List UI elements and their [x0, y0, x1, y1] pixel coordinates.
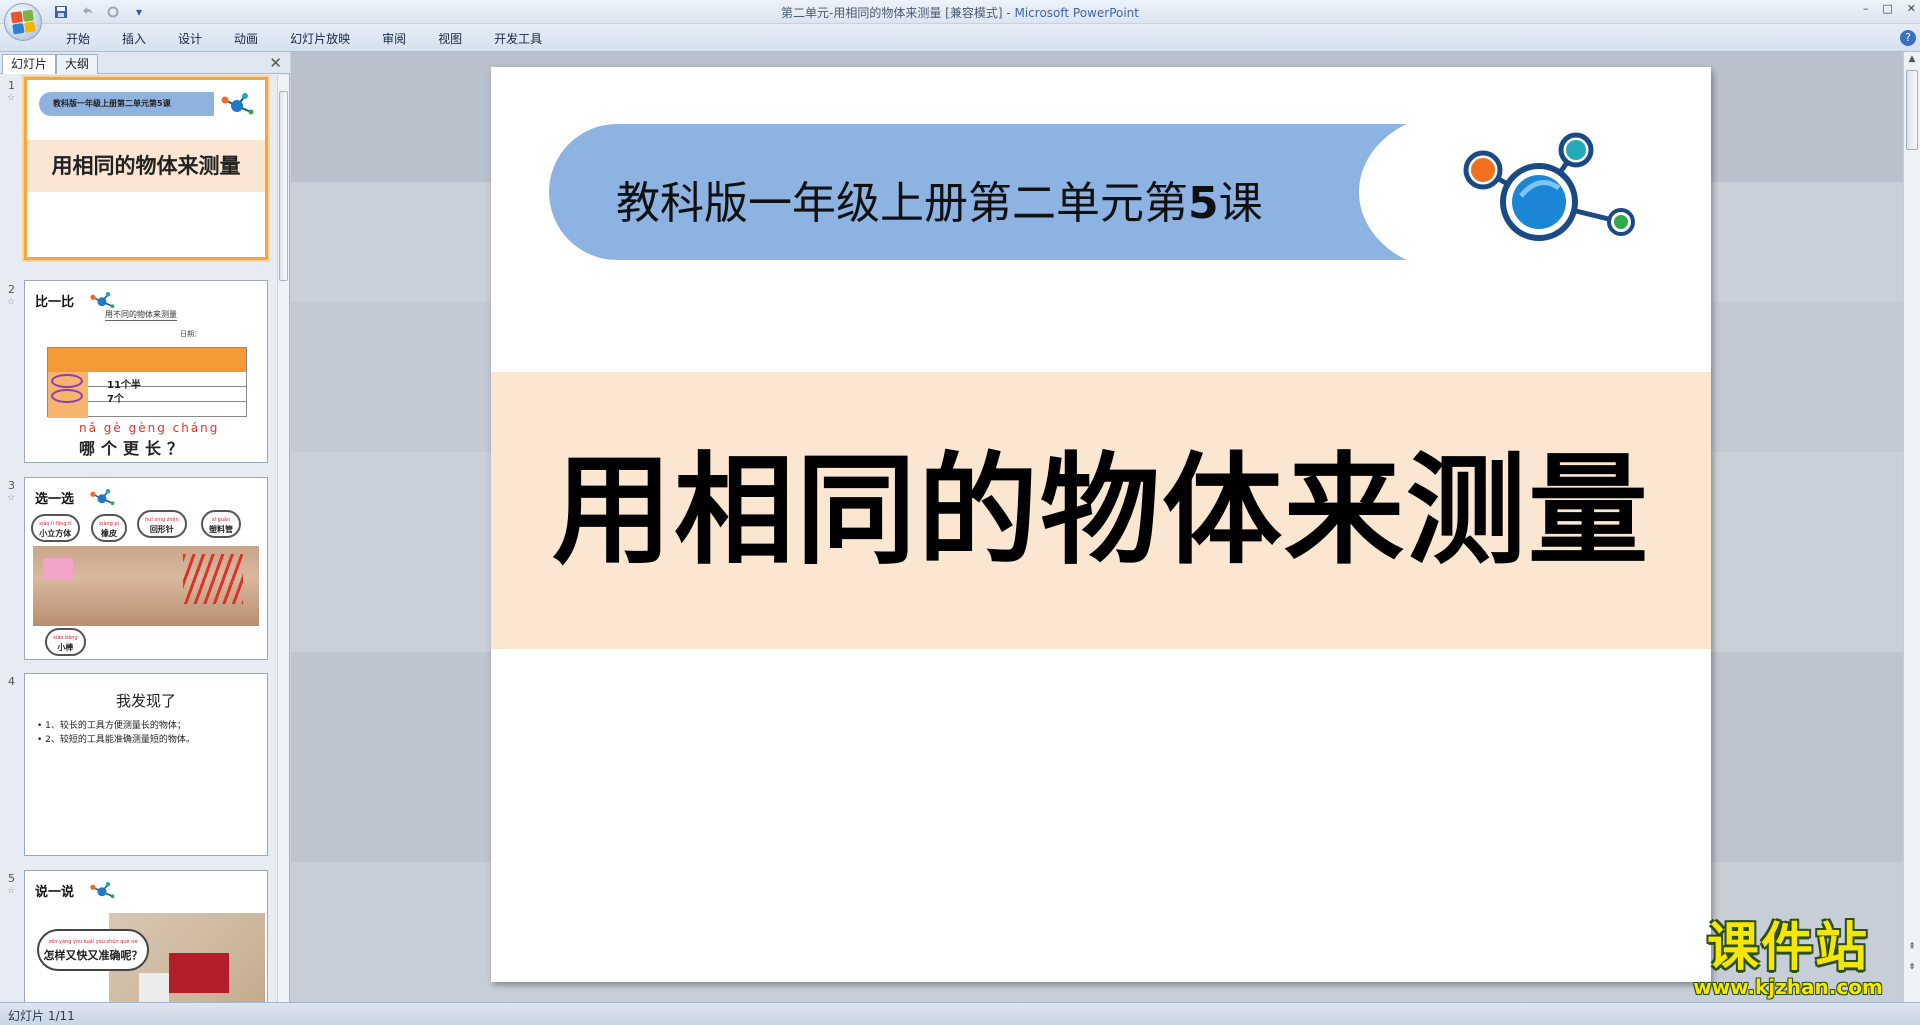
office-button[interactable]: [4, 3, 42, 41]
thumbnail-scrollbar[interactable]: [277, 75, 289, 1002]
status-bar: 幻灯片 1/11: [0, 1002, 1920, 1025]
current-slide[interactable]: 教科版一年级上册第二单元第5课 用相同的物体来测量: [491, 67, 1711, 982]
thumb-title: 用相同的物体来测量: [27, 140, 265, 192]
thumb-heading: 说一说: [35, 885, 75, 900]
animation-star-icon: ☆: [7, 297, 16, 307]
thumb-heading: 比一比: [35, 295, 75, 310]
scroll-up-icon[interactable]: ▲: [1904, 54, 1920, 64]
document-title: 第二单元-用相同的物体来测量 [兼容模式] -: [781, 6, 1015, 20]
molecule-icon: [221, 93, 254, 115]
slide-thumbnail-1[interactable]: 教科版一年级上册第二单元第5课 用相同的物体来测量: [24, 77, 268, 260]
watermark-url: www.kjzhan.com: [1693, 975, 1883, 999]
tab-insert[interactable]: 插入: [106, 30, 162, 48]
thumb-photo: [33, 546, 259, 626]
scrollbar-thumb[interactable]: [1906, 70, 1918, 150]
app-name: Microsoft PowerPoint: [1014, 6, 1139, 20]
animation-star-icon: ☆: [7, 886, 16, 896]
tab-home[interactable]: 开始: [50, 30, 106, 48]
slide-counter: 幻灯片 1/11: [8, 1009, 75, 1023]
slide-number: 2: [8, 283, 15, 296]
office-logo-icon: [10, 9, 36, 35]
slide-thumbnails: 1 ☆ 教科版一年级上册第二单元第5课 用相同的物体来测量 2 ☆ 比一比 用不…: [0, 75, 278, 1002]
thumb-highlight-ring: [51, 374, 83, 388]
slide-thumbnail-2[interactable]: 比一比 用不同的物体来测量 日期： 11个半 7个 nǎ gè gèng chá…: [24, 280, 268, 463]
slide-number: 5: [8, 872, 15, 885]
slide-thumbnail-3[interactable]: 选一选 xiǎo lì fāng tǐ 小立方体 xiàng pí 橡皮 huí x…: [24, 477, 268, 660]
thumb-bullet: • 1、较长的工具方便测量长的物体；: [37, 721, 186, 731]
pane-tabs: 幻灯片 大纲 ✕: [0, 52, 290, 74]
slide-title[interactable]: 用相同的物体来测量: [491, 372, 1711, 649]
thumb-speech-bubble: zěn yàng yòu kuài yòu zhǔn què ne 怎样又快又准确…: [37, 929, 149, 971]
slide-thumbnail-5[interactable]: 说一说 zěn yàng yòu kuài yòu zhǔn què ne 怎样又…: [24, 870, 268, 1002]
tab-slides[interactable]: 幻灯片: [2, 54, 57, 74]
molecule-icon: [90, 489, 115, 506]
window-controls: – □ ✕: [1863, 2, 1916, 15]
thumb-sheet-title: 用不同的物体来测量: [105, 310, 177, 321]
thumb-question: 哪个更长？: [79, 439, 190, 458]
close-button[interactable]: ✕: [1907, 2, 1916, 15]
scrollbar-thumb[interactable]: [279, 91, 288, 281]
maximize-button[interactable]: □: [1882, 2, 1892, 15]
thumb-label-bubble: huí xíng zhēn 回形针: [137, 510, 187, 538]
animation-star-icon: ☆: [7, 493, 16, 503]
molecule-icon: [1463, 132, 1635, 241]
thumb-highlight-ring: [51, 389, 83, 403]
thumb-label-bubble: xī guǎn 塑料管: [201, 510, 241, 538]
tab-slideshow[interactable]: 幻灯片放映: [274, 30, 366, 48]
close-pane-icon[interactable]: ✕: [269, 54, 282, 72]
window-title: 第二单元-用相同的物体来测量 [兼容模式] - Microsoft PowerP…: [0, 4, 1920, 21]
thumb-banner: 教科版一年级上册第二单元第5课: [39, 92, 214, 116]
slide-number: 3: [8, 479, 15, 492]
thumb-date-label: 日期：: [180, 330, 201, 338]
thumb-label-bubble: xiǎo lì fāng tǐ 小立方体: [31, 514, 80, 542]
molecule-icon: [90, 882, 115, 899]
thumb-heading: 选一选: [35, 492, 75, 507]
watermark-text: 课件站: [1706, 918, 1869, 978]
slide-thumbnail-4[interactable]: 我发现了 • 1、较长的工具方便测量长的物体； • 2、较短的工具能准确测量短的…: [24, 673, 268, 856]
ribbon: 开始 插入 设计 动画 幻灯片放映 审阅 视图 开发工具 ?: [0, 24, 1920, 52]
thumb-cell: 7个: [107, 394, 124, 405]
slides-pane: 幻灯片 大纲 ✕ 1 ☆ 教科版一年级上册第二单元第5课 用相同的物体来测量 2…: [0, 52, 290, 1002]
thumb-bullet: • 2、较短的工具能准确测量短的物体。: [37, 735, 195, 745]
thumb-title: 我发现了: [115, 692, 176, 710]
lesson-banner-text[interactable]: 教科版一年级上册第二单元第5课: [616, 167, 1263, 231]
title-bar: ▾ 第二单元-用相同的物体来测量 [兼容模式] - Microsoft Powe…: [0, 0, 1920, 24]
slide-number: 4: [8, 675, 15, 688]
minimize-button[interactable]: –: [1863, 2, 1869, 15]
tab-view[interactable]: 视图: [422, 30, 478, 48]
thumb-pinyin: nǎ gè gèng cháng: [79, 421, 220, 435]
ribbon-tabs: 开始 插入 设计 动画 幻灯片放映 审阅 视图 开发工具: [50, 30, 558, 48]
animation-star-icon: ☆: [7, 93, 16, 103]
tab-outline[interactable]: 大纲: [56, 54, 99, 74]
thumb-cell: 11个半: [107, 380, 141, 391]
thumb-label-bubble: xiǎo bàng 小棒: [45, 628, 86, 656]
tab-review[interactable]: 审阅: [366, 30, 422, 48]
editor-scrollbar[interactable]: ▲ ⇞ ⇟: [1903, 52, 1920, 1002]
slide-number: 1: [8, 79, 15, 92]
tab-animations[interactable]: 动画: [218, 30, 274, 48]
tab-developer[interactable]: 开发工具: [478, 30, 558, 48]
site-watermark: 课件站 www.kjzhan.com: [1668, 920, 1908, 1002]
help-icon[interactable]: ?: [1900, 30, 1916, 46]
thumb-label-bubble: xiàng pí 橡皮: [91, 514, 127, 542]
tab-design[interactable]: 设计: [162, 30, 218, 48]
